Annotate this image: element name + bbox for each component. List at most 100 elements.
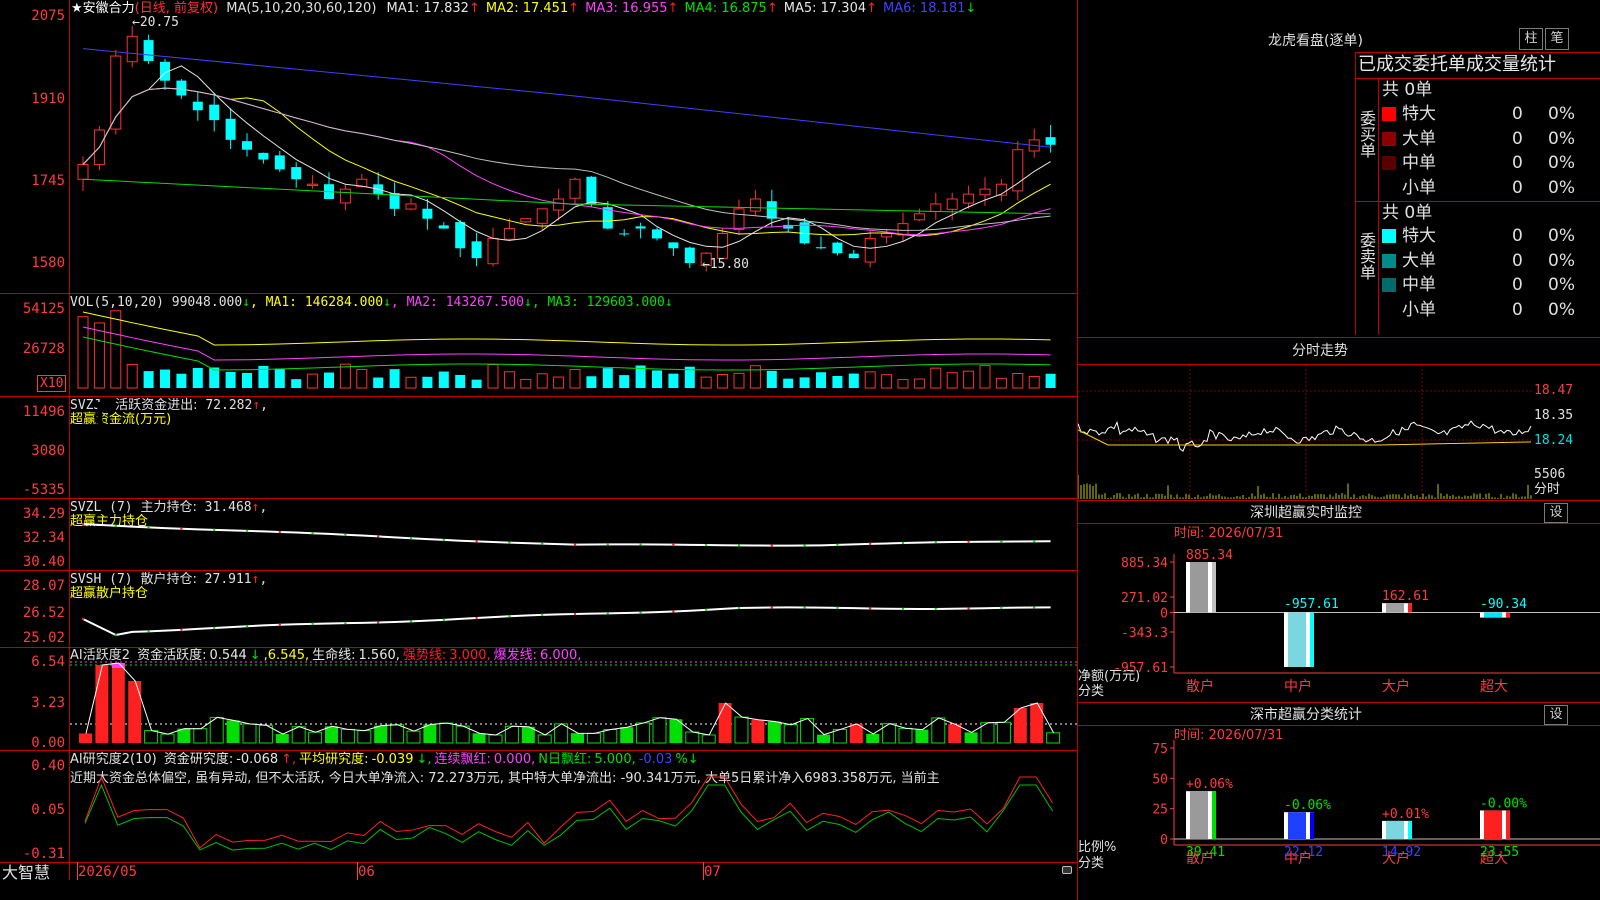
research-bar <box>1013 801 1026 817</box>
flow-bar <box>359 460 365 464</box>
intraday-price-line <box>1078 420 1532 452</box>
category-label: 散户 <box>1186 678 1214 695</box>
flow-bar <box>917 464 923 474</box>
line-dot <box>672 543 675 546</box>
intraday-chart[interactable] <box>1078 365 1533 499</box>
research-bar <box>1046 813 1059 817</box>
activity-bar <box>817 734 830 743</box>
candle-up <box>487 237 499 265</box>
line-dot <box>377 621 380 624</box>
flow-bar <box>884 463 890 466</box>
line-dot <box>770 606 773 609</box>
retail-position-chart[interactable] <box>70 571 1077 647</box>
lhb-row-pct: 0% <box>1548 128 1575 149</box>
ma-line <box>82 65 1051 249</box>
flow-bar <box>720 464 726 469</box>
panel-divider <box>0 862 1077 863</box>
flow-bar <box>376 464 382 468</box>
lhb-row-count: 0 <box>1512 177 1523 198</box>
bar-mode-button[interactable]: 柱 <box>1519 28 1543 50</box>
volume-chart[interactable] <box>70 296 1077 396</box>
volume-bar <box>503 371 515 389</box>
volume-bar <box>733 372 745 389</box>
line-dot <box>901 607 905 611</box>
activity-bar <box>406 730 421 744</box>
vol-ma-line <box>82 326 1051 361</box>
volume-bar <box>832 375 843 388</box>
lhb-row: 中单 0 0% <box>1382 273 1600 297</box>
buy-side-label: 委买单 <box>1357 110 1376 158</box>
classify-chart[interactable]: 7550250+0.06%散户-0.06%中户+0.01%大户-0.00%超大3… <box>1078 740 1600 900</box>
volume-bar <box>274 368 285 388</box>
color-swatch <box>1382 253 1396 268</box>
intraday-title: 分时走势 <box>1292 343 1348 359</box>
volume-bar <box>619 375 630 388</box>
candle-up <box>405 203 417 210</box>
main-position-chart[interactable] <box>70 499 1077 570</box>
bar <box>1386 603 1404 613</box>
research-bar <box>79 817 91 821</box>
monitor-chart[interactable]: 885.34 271.020 -343.3 -957.61 885.34 散户 -957.6… <box>1078 540 1600 700</box>
lhb-row: 大单 0 0% <box>1382 249 1600 273</box>
svsh-y-label: 26.52 <box>22 605 65 621</box>
line-dot <box>1000 540 1003 543</box>
activity-bar <box>866 733 880 743</box>
volume-bar <box>225 371 236 388</box>
volume-bar <box>471 379 482 388</box>
activity-bar <box>128 681 142 743</box>
lhb-row: 中单 0 0% <box>1382 151 1600 175</box>
monitor-settings-button[interactable]: 设 <box>1544 503 1568 523</box>
volume-bar <box>324 372 334 388</box>
activity-chart[interactable] <box>70 648 1077 750</box>
volume-bar <box>553 376 565 389</box>
line-dot <box>81 522 85 526</box>
date-tick-mark <box>77 862 78 880</box>
main-position-line <box>82 523 1051 547</box>
pen-mode-button[interactable]: 笔 <box>1545 28 1569 50</box>
research-chart[interactable] <box>70 751 1077 862</box>
bar-value-label: -0.00% <box>1480 796 1527 811</box>
flow-bar <box>163 464 168 466</box>
bar-edge <box>1212 562 1216 613</box>
activity-bar <box>472 733 486 743</box>
fund-flow-chart[interactable] <box>70 397 1077 498</box>
research-bar <box>259 817 272 823</box>
volume-bar <box>405 376 417 389</box>
volume-bar <box>979 365 991 389</box>
flow-bar <box>491 464 496 470</box>
bar-edge <box>1408 603 1412 613</box>
activity-bar <box>423 724 437 743</box>
price-chart[interactable] <box>70 0 1077 293</box>
candle-down <box>668 242 679 249</box>
flow-bar <box>474 457 480 464</box>
volume-bar <box>963 370 975 389</box>
flow-bar <box>638 464 644 466</box>
volume-bar <box>389 369 400 388</box>
research-bar <box>341 817 354 819</box>
flow-bar <box>113 461 119 464</box>
bar-group <box>1284 612 1314 667</box>
candle-up <box>569 178 581 199</box>
activity-bar <box>718 703 732 743</box>
main-chart-area[interactable]: ★安徽合力(日线, 前复权) MA(5,10,20,30,60,120) MA1… <box>0 0 1078 900</box>
high-label: ←20.75 <box>132 15 179 30</box>
research-bar <box>325 817 337 824</box>
line-dot <box>409 620 413 623</box>
volume-bar <box>339 363 351 389</box>
research-bar <box>423 812 436 817</box>
lock-icon[interactable] <box>1062 866 1072 874</box>
flow-bar <box>966 458 972 464</box>
lhb-row: 小单 0 0% <box>1382 176 1600 200</box>
bar <box>1190 562 1208 613</box>
line-dot <box>344 533 347 536</box>
classify-settings-button[interactable]: 设 <box>1544 705 1568 725</box>
activity-bar <box>767 721 781 743</box>
flow-bar <box>146 464 152 475</box>
line-dot <box>737 544 741 547</box>
activity-bar <box>898 727 913 744</box>
y-tick-label: -957.61 <box>1113 661 1168 676</box>
flow-bar <box>835 461 841 464</box>
ai1-y-label: 0.00 <box>31 735 65 751</box>
lhb-row-pct: 0% <box>1548 299 1575 320</box>
bar-value-label: 885.34 <box>1186 548 1233 563</box>
